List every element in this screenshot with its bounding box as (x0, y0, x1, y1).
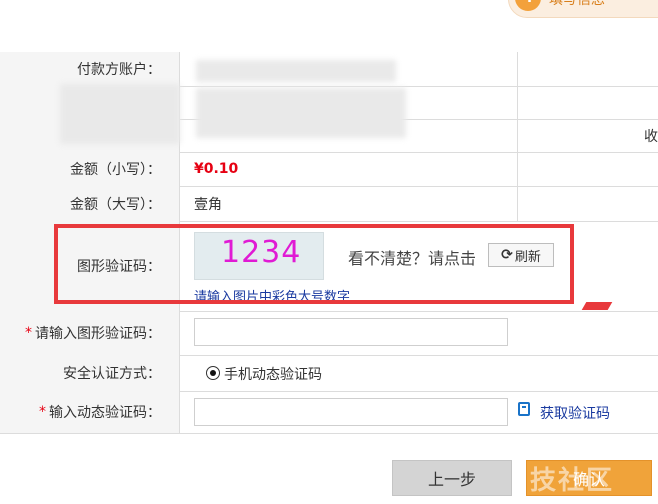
sms-auth-option-label[interactable]: 手机动态验证码 (224, 364, 322, 384)
confirm-button[interactable]: 确认 (526, 460, 652, 496)
auth-method-label: 安全认证方式： (0, 355, 180, 391)
amount-lower-right-cell (517, 152, 658, 186)
step-label: 填写信息 (549, 0, 605, 8)
amount-upper-value: 壹角 (194, 197, 222, 213)
highlight-box (54, 224, 574, 304)
payer-account-label: 付款方账户： (0, 52, 180, 86)
sms-auth-radio[interactable] (206, 366, 220, 380)
sms-code-label-text: 输入动态验证码： (49, 405, 161, 421)
step-number-badge: 4 (515, 0, 541, 11)
auth-method-row: 安全认证方式： (0, 355, 658, 392)
redacted-label-block (60, 84, 180, 144)
right-partial-label: 收 (644, 129, 658, 145)
redacted-value-block (196, 88, 406, 138)
prev-step-button[interactable]: 上一步 (392, 460, 512, 496)
phone-code-icon[interactable] (518, 402, 530, 416)
amount-upper-label: 金额（大写）： (0, 186, 180, 221)
required-mark: * (25, 325, 32, 341)
amount-upper-row: 金额（大写）： 壹角 (0, 186, 658, 222)
payer-account-right-cell (517, 52, 658, 86)
amount-lower-row: 金额（小写）： ¥0.10 (0, 152, 658, 187)
blurred-right-cell-1 (517, 86, 658, 119)
blurred-right-cell-2: 收 (517, 119, 658, 152)
required-mark: * (39, 404, 46, 420)
captcha-input-label: * 请输入图形验证码： (0, 311, 180, 355)
step-indicator: 4 填写信息 (508, 0, 658, 18)
captcha-input[interactable] (194, 318, 508, 346)
amount-lower-label: 金额（小写）： (0, 152, 180, 186)
redacted-payer-account (196, 60, 396, 82)
sms-code-input[interactable] (194, 398, 508, 426)
captcha-input-label-text: 请输入图形验证码： (35, 326, 161, 342)
amount-lower-value: ¥0.10 (194, 161, 239, 177)
sms-code-label: * 输入动态验证码： (0, 391, 180, 433)
amount-upper-right-cell (517, 186, 658, 221)
get-code-link[interactable]: 获取验证码 (540, 403, 610, 423)
highlight-arrow-tail (581, 302, 613, 310)
